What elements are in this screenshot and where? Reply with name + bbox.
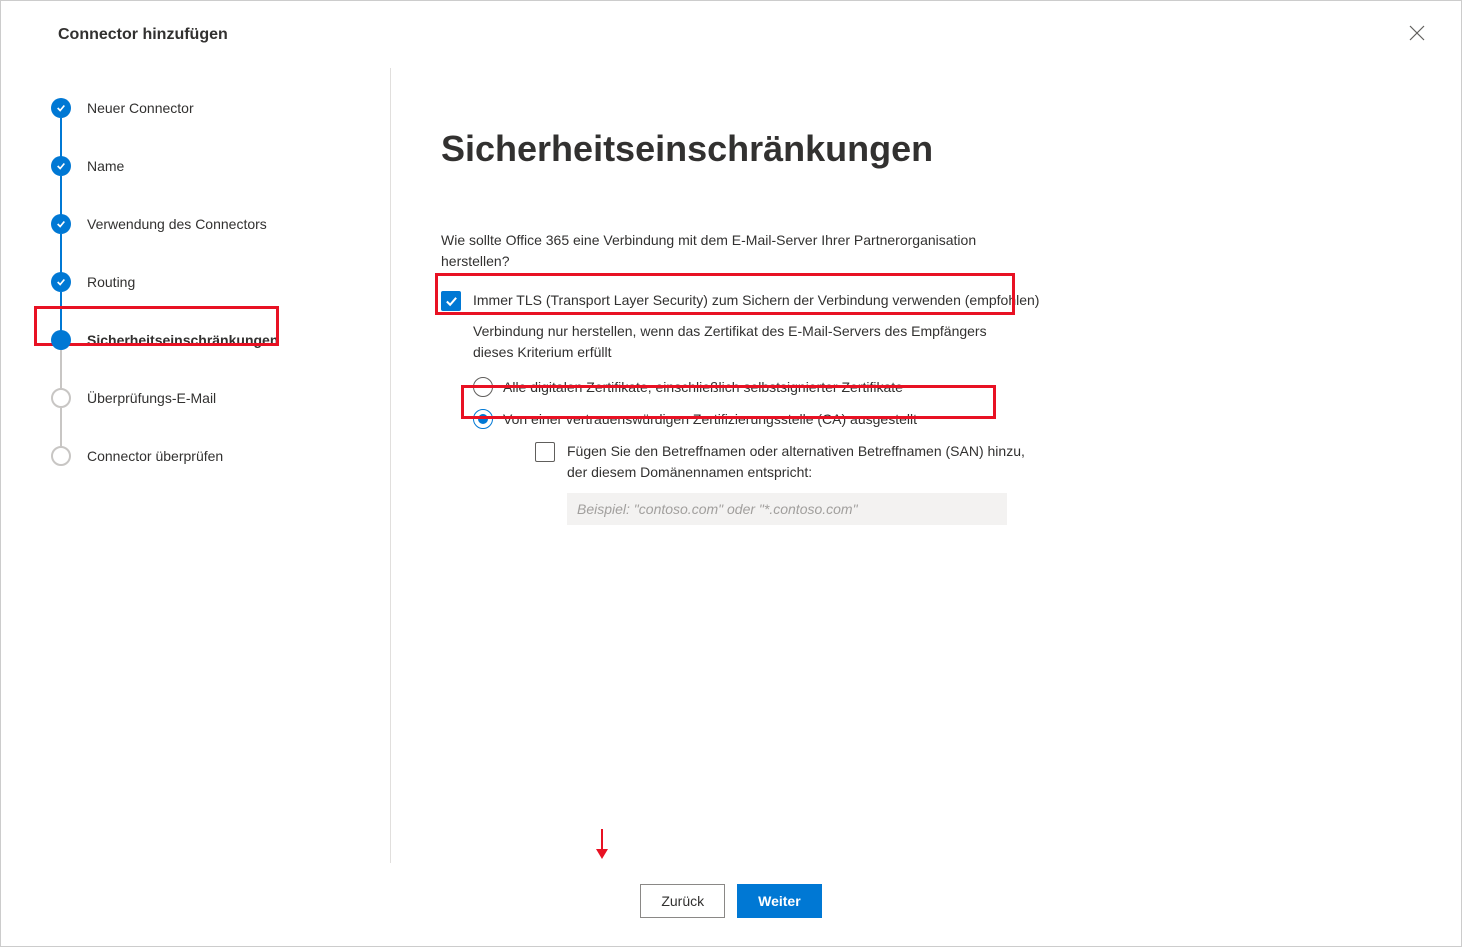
add-connector-dialog: Connector hinzufügen Neuer Connector [0,0,1462,947]
dialog-header: Connector hinzufügen [1,1,1461,68]
step-label: Routing [87,274,135,290]
step-new-connector[interactable]: Neuer Connector [51,98,360,156]
question-text: Wie sollte Office 365 eine Verbindung mi… [441,230,1001,272]
wizard-nav: Neuer Connector Name Verwendung des Conn… [1,68,391,863]
step-label: Überprüfungs-E-Mail [87,390,216,406]
tls-checkbox[interactable] [441,291,461,311]
san-checkbox-row[interactable]: Fügen Sie den Betreffnamen oder alternat… [535,441,1401,483]
step-label: Verwendung des Connectors [87,216,267,232]
checkmark-icon [51,98,71,118]
step-connector-usage[interactable]: Verwendung des Connectors [51,214,360,272]
main-content: Sicherheitseinschränkungen Wie sollte Of… [391,68,1461,863]
checkmark-icon [51,272,71,292]
step-name[interactable]: Name [51,156,360,214]
radio-all-certs[interactable]: Alle digitalen Zertifikate, einschließli… [473,377,1401,397]
radio-label: Von einer vertrauenswürdigen Zertifizier… [503,411,917,427]
radio-trusted-ca[interactable]: Von einer vertrauenswürdigen Zertifizier… [473,409,1401,429]
back-button[interactable]: Zurück [640,884,725,918]
dialog-title: Connector hinzufügen [58,26,228,44]
tls-checkbox-row[interactable]: Immer TLS (Transport Layer Security) zum… [441,290,1401,311]
checkmark-icon [51,156,71,176]
radio-button[interactable] [473,409,493,429]
page-heading: Sicherheitseinschränkungen [441,128,1401,170]
next-button[interactable]: Weiter [737,884,822,918]
pending-step-icon [51,446,71,466]
cert-criteria-text: Verbindung nur herstellen, wenn das Zert… [473,321,1013,363]
close-icon [1409,29,1425,44]
tls-checkbox-label: Immer TLS (Transport Layer Security) zum… [473,290,1039,311]
san-checkbox-label: Fügen Sie den Betreffnamen oder alternat… [567,441,1027,483]
step-list: Neuer Connector Name Verwendung des Conn… [51,98,360,504]
current-step-icon [51,330,71,350]
step-label: Name [87,158,124,174]
radio-button[interactable] [473,377,493,397]
step-validate-connector[interactable]: Connector überprüfen [51,446,360,504]
step-verification-email[interactable]: Überprüfungs-E-Mail [51,388,360,446]
step-security-restrictions[interactable]: Sicherheitseinschränkungen [51,330,360,388]
step-routing[interactable]: Routing [51,272,360,330]
step-label: Sicherheitseinschränkungen [87,332,278,348]
dialog-body: Neuer Connector Name Verwendung des Conn… [1,68,1461,863]
radio-label: Alle digitalen Zertifikate, einschließli… [503,379,903,395]
dialog-footer: Zurück Weiter [1,856,1461,946]
san-checkbox[interactable] [535,442,555,462]
close-button[interactable] [1403,19,1431,50]
cert-radio-group: Alle digitalen Zertifikate, einschließli… [473,377,1401,525]
san-domain-input[interactable] [567,493,1007,525]
san-section: Fügen Sie den Betreffnamen oder alternat… [535,441,1401,525]
checkmark-icon [51,214,71,234]
step-label: Neuer Connector [87,100,194,116]
step-label: Connector überprüfen [87,448,223,464]
pending-step-icon [51,388,71,408]
